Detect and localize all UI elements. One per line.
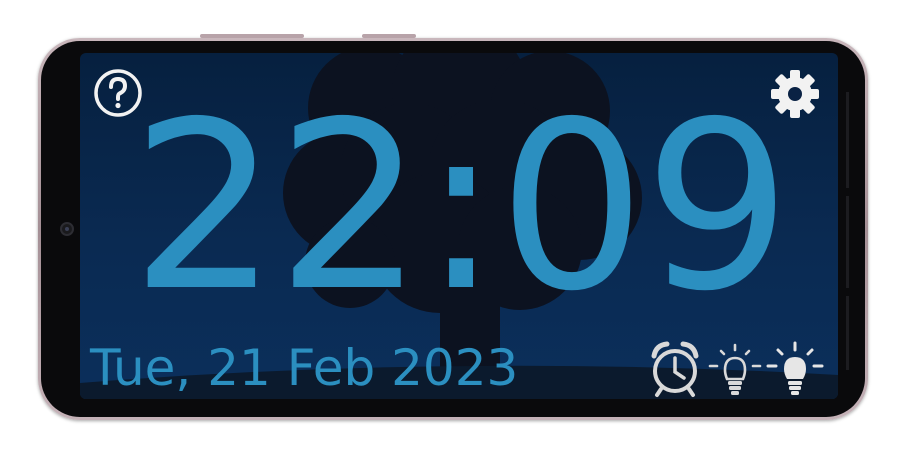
bezel-edge — [846, 196, 849, 288]
bezel-edge — [846, 92, 849, 188]
bezel-edge — [846, 296, 849, 370]
alarm-clock-icon[interactable] — [648, 340, 702, 398]
clock-screen[interactable]: 22:09 Tue, 21 Feb 2023 — [80, 53, 838, 399]
clock-date: Tue, 21 Feb 2023 — [90, 339, 519, 397]
front-camera — [60, 222, 74, 236]
bulb-dim-icon[interactable] — [708, 340, 762, 398]
clock-time: 22:09 — [130, 72, 792, 342]
bulb-bright-icon[interactable] — [766, 340, 824, 398]
phone-side-button — [362, 34, 416, 38]
phone-side-button — [200, 34, 304, 38]
help-icon[interactable] — [92, 67, 144, 119]
gear-icon[interactable] — [768, 67, 822, 121]
